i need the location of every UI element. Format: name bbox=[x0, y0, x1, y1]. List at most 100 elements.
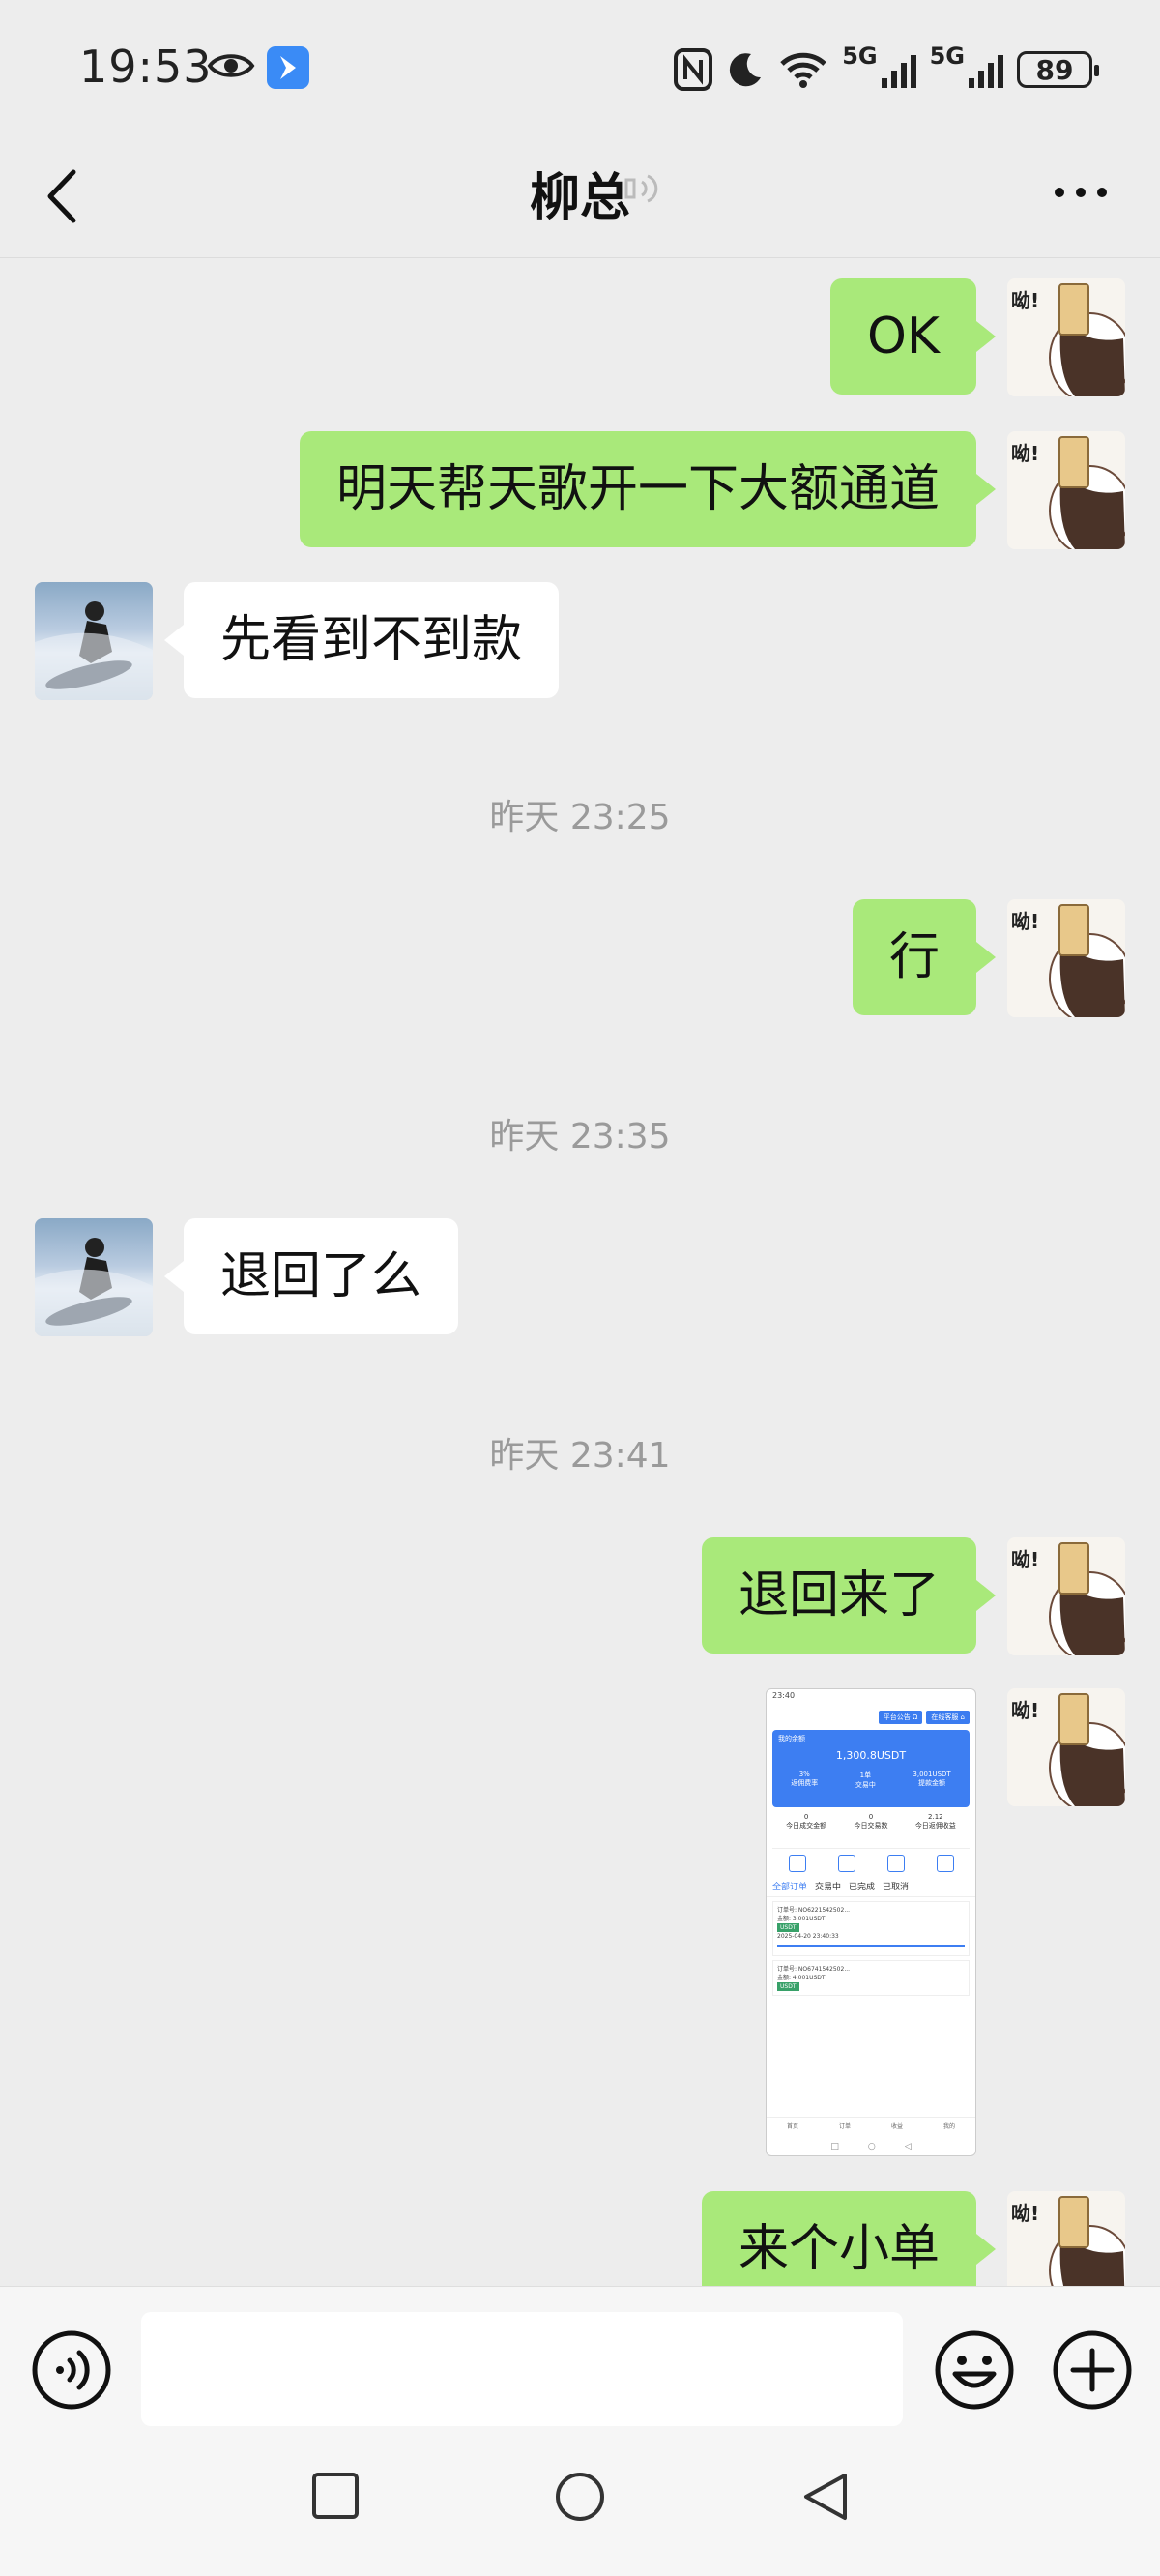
cat-sticker-avatar-icon: 呦! bbox=[1011, 436, 1125, 549]
cat-sticker-avatar-icon: 呦! bbox=[1011, 904, 1125, 1017]
shot-nav-item: 我的 bbox=[942, 2123, 955, 2130]
shot-divider bbox=[777, 1945, 965, 1947]
status-icons: 5G 5G 89 bbox=[674, 43, 1099, 97]
my-avatar[interactable]: 呦! bbox=[1007, 1537, 1125, 1655]
svg-text:呦!: 呦! bbox=[1011, 289, 1039, 312]
message-bubble[interactable]: 行 bbox=[852, 899, 997, 1015]
shot-app-icon bbox=[936, 1855, 954, 1872]
nfc-icon bbox=[674, 48, 713, 91]
shot-stats: 0 今日成交金额 0 今日交易数 2.12 今日返佣收益 bbox=[772, 1813, 970, 1849]
shot-tab: 已取消 bbox=[883, 1883, 910, 1892]
message-timestamp: 昨天 23:35 bbox=[489, 1117, 671, 1156]
shot-order-amount: 金额: 4,001USDT bbox=[777, 1975, 826, 1981]
signal-icon-2 bbox=[969, 51, 1003, 88]
svg-text:呦!: 呦! bbox=[1011, 910, 1039, 933]
shot-icon-row bbox=[772, 1855, 970, 1872]
signal-type-label: 5G bbox=[842, 43, 878, 70]
shot-bottom-nav: 首页 订单 收益 我的 bbox=[767, 2117, 975, 2130]
plus-icon[interactable] bbox=[1052, 2329, 1133, 2411]
message-list[interactable]: 呦! OK 呦! 明天帮天歌开一下大额通道 先看到不到款 昨天 23:25 呦!… bbox=[0, 257, 1160, 2286]
shot-app-icon bbox=[788, 1855, 806, 1872]
square-icon[interactable] bbox=[311, 2472, 360, 2520]
chat-title[interactable]: 柳总 bbox=[0, 157, 1160, 229]
cat-sticker-avatar-icon: 呦! bbox=[1011, 1542, 1125, 1655]
svg-text:呦!: 呦! bbox=[1011, 1699, 1039, 1722]
voice-button-icon[interactable] bbox=[31, 2329, 112, 2411]
chat-header: 柳总 bbox=[0, 135, 1160, 258]
triangle-back-icon[interactable] bbox=[802, 2472, 849, 2522]
system-navigation-bar bbox=[0, 2429, 1160, 2576]
emoji-icon[interactable] bbox=[934, 2329, 1015, 2411]
message-input[interactable] bbox=[141, 2312, 903, 2426]
shot-card-value: 3,001USDT bbox=[913, 1771, 951, 1778]
svg-text:呦!: 呦! bbox=[1011, 2202, 1039, 2225]
shot-tab: 全部订单 bbox=[772, 1883, 808, 1892]
shot-order-tag: USDT bbox=[777, 1923, 799, 1932]
shot-stat-value: 0 bbox=[868, 1813, 874, 1821]
message-bubble[interactable]: 先看到不到款 bbox=[163, 582, 560, 698]
battery-level: 89 bbox=[1035, 53, 1074, 86]
svg-text:呦!: 呦! bbox=[1011, 442, 1039, 465]
message-timestamp: 昨天 23:25 bbox=[489, 798, 671, 837]
shot-tabs: 全部订单 交易中 已完成 已取消 bbox=[767, 1876, 975, 1897]
shot-balance-card: 我的余额 1,300.8USDT 3% 返佣费率 1单 交易中 3,001USDT 提… bbox=[772, 1730, 970, 1807]
my-avatar[interactable]: 呦! bbox=[1007, 899, 1125, 1017]
contact-avatar[interactable] bbox=[35, 582, 153, 700]
snowboarder-avatar-icon bbox=[35, 1238, 153, 1336]
my-avatar[interactable]: 呦! bbox=[1007, 1688, 1125, 1806]
message-bubble[interactable]: 退回来了 bbox=[701, 1537, 997, 1654]
contact-avatar[interactable] bbox=[35, 1218, 153, 1336]
message-bubble[interactable]: 来个小单 bbox=[701, 2191, 997, 2286]
shot-stat-label: 今日返佣收益 bbox=[914, 1822, 956, 1830]
shot-tab: 交易中 bbox=[815, 1883, 842, 1892]
more-icon[interactable] bbox=[1054, 186, 1108, 199]
shot-order-item: 订单号: NO6221542502... 金额: 3,001USDT USDT … bbox=[772, 1901, 970, 1956]
shot-order-id: 订单号: NO6741542502... bbox=[777, 1966, 851, 1973]
message-bubble[interactable]: OK bbox=[829, 278, 997, 395]
my-avatar[interactable]: 呦! bbox=[1007, 278, 1125, 396]
shot-stat-value: 2.12 bbox=[928, 1813, 943, 1821]
shot-status-time: 23:40 bbox=[772, 1691, 796, 1700]
shot-balance: 1,300.8USDT bbox=[835, 1749, 907, 1762]
input-bar bbox=[0, 2286, 1160, 2430]
cat-sticker-avatar-icon: 呦! bbox=[1011, 2196, 1125, 2286]
svg-text:呦!: 呦! bbox=[1011, 1548, 1039, 1571]
shot-top-buttons: 平台公告 Ω 在线客服 ⌂ bbox=[767, 1709, 975, 1726]
shot-card-title: 我的余额 bbox=[778, 1735, 805, 1742]
message-timestamp: 昨天 23:41 bbox=[489, 1436, 671, 1476]
shot-order-tag: USDT bbox=[777, 1982, 799, 1991]
message-bubble[interactable]: 退回了么 bbox=[163, 1218, 459, 1334]
wifi-icon bbox=[780, 52, 826, 88]
cat-sticker-avatar-icon: 呦! bbox=[1011, 283, 1125, 396]
message-bubble[interactable]: 明天帮天歌开一下大额通道 bbox=[299, 431, 997, 547]
status-bar: 19:53 5G 5G 89 bbox=[0, 0, 1160, 135]
shot-nav-item: 首页 bbox=[786, 2123, 798, 2130]
my-avatar[interactable]: 呦! bbox=[1007, 2191, 1125, 2286]
shot-order-amount: 金额: 3,001USDT bbox=[777, 1916, 826, 1922]
status-time: 19:53 bbox=[79, 41, 213, 93]
shot-order-id: 订单号: NO6221542502... bbox=[777, 1907, 851, 1914]
shot-notice-button: 平台公告 Ω bbox=[878, 1711, 923, 1724]
shot-nav-item: 收益 bbox=[890, 2123, 903, 2130]
shot-stat-label: 今日交易数 bbox=[854, 1822, 888, 1830]
eye-icon bbox=[207, 54, 255, 77]
shot-tab: 已完成 bbox=[849, 1883, 876, 1892]
shot-card-value: 1单 bbox=[859, 1771, 872, 1779]
shot-app-icon bbox=[886, 1855, 905, 1872]
shot-order-item: 订单号: NO6741542502... 金额: 4,001USDT USDT bbox=[772, 1960, 970, 1996]
image-message[interactable]: 23:40 平台公告 Ω 在线客服 ⌂ 我的余额 1,300.8USDT 3% 返… bbox=[766, 1688, 976, 2156]
signal-type-label-2: 5G bbox=[929, 43, 965, 70]
shot-card-label: 返佣费率 bbox=[791, 1779, 819, 1787]
circle-icon[interactable] bbox=[555, 2472, 605, 2522]
shot-card-label: 提款金额 bbox=[918, 1779, 946, 1787]
battery-icon: 89 bbox=[1017, 51, 1099, 88]
shot-service-button: 在线客服 ⌂ bbox=[926, 1711, 970, 1724]
shot-system-nav: □ ○ ◁ bbox=[830, 2142, 912, 2152]
my-avatar[interactable]: 呦! bbox=[1007, 431, 1125, 549]
signal-icon bbox=[881, 51, 916, 88]
app-badge-icon bbox=[267, 46, 309, 89]
moon-icon bbox=[730, 53, 762, 87]
shot-card-label: 交易中 bbox=[855, 1781, 876, 1789]
cat-sticker-avatar-icon: 呦! bbox=[1011, 1693, 1125, 1806]
shot-app-icon bbox=[837, 1855, 856, 1872]
